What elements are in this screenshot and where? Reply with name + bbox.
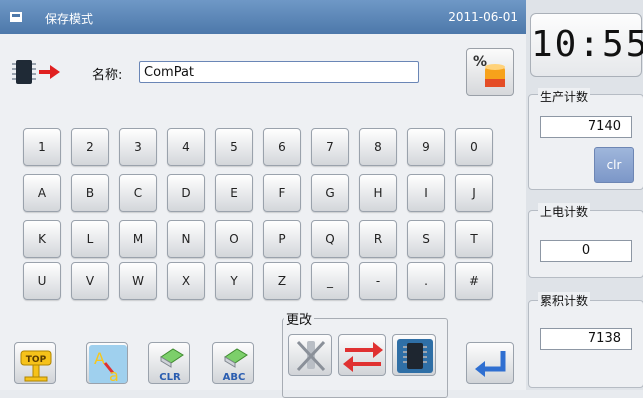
key-6[interactable]: 6 — [263, 128, 301, 166]
key-l[interactable]: L — [71, 220, 109, 258]
key-underscore[interactable]: _ — [311, 262, 349, 300]
abc-label: ABC — [223, 372, 246, 383]
title-bar: 保存模式 2011-06-01 — [0, 0, 526, 34]
chip-icon — [397, 339, 433, 373]
key-7[interactable]: 7 — [311, 128, 349, 166]
key-g[interactable]: G — [311, 174, 349, 212]
cumulative-count-value: 7138 — [540, 328, 632, 350]
key-4[interactable]: 4 — [167, 128, 205, 166]
date-display: 2011-06-01 — [448, 10, 518, 24]
key-h[interactable]: H — [359, 174, 397, 212]
svg-text:%: % — [473, 54, 487, 70]
key-z[interactable]: Z — [263, 262, 301, 300]
key-0[interactable]: 0 — [455, 128, 493, 166]
name-label: 名称: — [92, 68, 123, 83]
key-i[interactable]: I — [407, 174, 445, 212]
key-w[interactable]: W — [119, 262, 157, 300]
key-e[interactable]: E — [215, 174, 253, 212]
production-count-value: 7140 — [540, 116, 632, 138]
eraser-clr-icon: CLR — [159, 348, 184, 383]
memory-button[interactable] — [392, 334, 436, 376]
key-hash[interactable]: # — [455, 262, 493, 300]
swap-button[interactable] — [338, 334, 386, 376]
clock-time: 10:55 — [531, 24, 643, 65]
key-x[interactable]: X — [167, 262, 205, 300]
key-o[interactable]: O — [215, 220, 253, 258]
key-2[interactable]: 2 — [71, 128, 109, 166]
key-y[interactable]: Y — [215, 262, 253, 300]
key-9[interactable]: 9 — [407, 128, 445, 166]
key-r[interactable]: R — [359, 220, 397, 258]
key-d[interactable]: D — [167, 174, 205, 212]
percent-db-icon: % — [473, 54, 505, 87]
usb-disabled-icon — [296, 340, 326, 372]
top-icon: TOP — [20, 350, 52, 382]
key-m[interactable]: M — [119, 220, 157, 258]
production-count-label: 生产计数 — [538, 88, 591, 105]
change-group-label: 更改 — [284, 309, 315, 328]
key-3[interactable]: 3 — [119, 128, 157, 166]
chip-arrow-icon — [12, 60, 60, 84]
abc-clear-button[interactable]: ABC — [212, 342, 254, 384]
key-c[interactable]: C — [119, 174, 157, 212]
clr-button[interactable]: CLR — [148, 342, 190, 384]
key-f[interactable]: F — [263, 174, 301, 212]
key-1[interactable]: 1 — [23, 128, 61, 166]
main-panel: 保存模式 2011-06-01 名称: ComPat % 1 2 3 4 5 6… — [0, 0, 526, 398]
percent-button[interactable]: % — [466, 48, 514, 96]
top-label: TOP — [26, 355, 47, 365]
key-v[interactable]: V — [71, 262, 109, 300]
key-s[interactable]: S — [407, 220, 445, 258]
power-count-label: 上电计数 — [538, 203, 591, 220]
svg-text:a: a — [109, 366, 119, 385]
key-n[interactable]: N — [167, 220, 205, 258]
svg-text:A: A — [94, 349, 105, 368]
swap-arrows-icon — [343, 342, 383, 372]
key-t[interactable]: T — [455, 220, 493, 258]
window-title: 保存模式 — [45, 12, 94, 26]
name-input[interactable]: ComPat — [139, 61, 419, 83]
key-b[interactable]: B — [71, 174, 109, 212]
save-mode-icon — [10, 12, 22, 22]
key-q[interactable]: Q — [311, 220, 349, 258]
top-button[interactable]: TOP — [14, 342, 56, 384]
enter-button[interactable] — [466, 342, 514, 384]
key-8[interactable]: 8 — [359, 128, 397, 166]
cumulative-count-label: 累积计数 — [538, 292, 591, 309]
clr-label: CLR — [159, 372, 181, 383]
key-u[interactable]: U — [23, 262, 61, 300]
enter-arrow-icon — [475, 351, 506, 377]
key-j[interactable]: J — [455, 174, 493, 212]
key-p[interactable]: P — [263, 220, 301, 258]
case-toggle-icon: A a — [89, 345, 127, 385]
key-5[interactable]: 5 — [215, 128, 253, 166]
production-clr-button[interactable]: clr — [594, 147, 634, 183]
key-a[interactable]: A — [23, 174, 61, 212]
key-dot[interactable]: . — [407, 262, 445, 300]
eraser-abc-icon: ABC — [223, 348, 248, 383]
usb-disabled-button[interactable] — [288, 334, 332, 376]
power-count-value: 0 — [540, 240, 632, 262]
key-dash[interactable]: - — [359, 262, 397, 300]
clock-display: 10:55 — [530, 13, 643, 77]
case-toggle-button[interactable]: A a — [86, 342, 128, 385]
key-k[interactable]: K — [23, 220, 61, 258]
